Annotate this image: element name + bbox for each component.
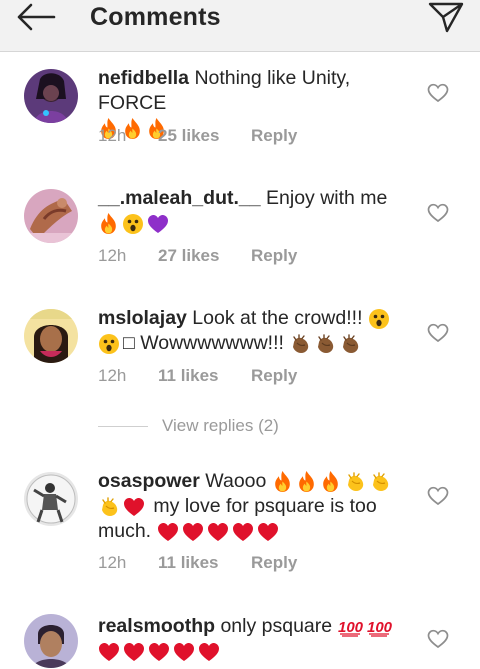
fire-emoji <box>296 470 317 493</box>
purple-heart-emoji <box>147 214 169 234</box>
comment-text: realsmoothp only psquare <box>98 614 413 664</box>
comment-body: Look at the crowd!!! <box>186 307 368 329</box>
comment-text: __.maleah_dut.__ Enjoy with me <box>98 186 413 236</box>
clapping-hands-emoji <box>289 333 311 355</box>
avatar[interactable] <box>24 614 78 668</box>
astonished-face-emoji <box>122 213 144 235</box>
heart-outline-icon[interactable] <box>427 323 449 343</box>
astonished-face-emoji <box>368 308 390 330</box>
red-heart-emoji <box>207 522 229 542</box>
comment-username[interactable]: mslolajay <box>98 307 187 329</box>
divider <box>98 426 148 427</box>
comment-time: 12h <box>98 366 127 385</box>
comment-username[interactable]: nefidbella <box>98 67 189 89</box>
comment-likes[interactable]: 27 likes <box>158 246 251 266</box>
clapping-hands-emoji <box>369 471 391 493</box>
red-heart-emoji <box>157 522 179 542</box>
clapping-hands-emoji <box>344 471 366 493</box>
comments-header: Comments <box>0 0 480 52</box>
avatar[interactable] <box>24 69 78 123</box>
paper-plane-icon[interactable] <box>428 0 464 34</box>
red-heart-emoji <box>198 642 220 662</box>
red-heart-emoji <box>257 522 279 542</box>
heart-outline-icon[interactable] <box>427 203 449 223</box>
reply-button[interactable]: Reply <box>251 366 297 386</box>
comment-body: only psquare <box>215 615 338 637</box>
fire-emoji <box>98 212 119 235</box>
red-heart-emoji <box>123 497 145 517</box>
hundred-points-emoji <box>367 617 393 637</box>
view-replies-label: View replies (2) <box>162 416 279 435</box>
comment-body-line2: my love for psquare is too <box>148 495 377 517</box>
comment-text: osaspower Waooo my love for psquare is t… <box>98 469 413 544</box>
comment-time: 12h <box>98 126 127 145</box>
comment-time: 12h <box>98 553 127 572</box>
comment-body-line3: much. <box>98 520 157 542</box>
page-title: Comments <box>90 3 221 31</box>
comment-username[interactable]: __.maleah_dut.__ <box>98 187 261 209</box>
red-heart-emoji <box>173 642 195 662</box>
arrow-left-icon[interactable] <box>12 0 60 34</box>
comment-body-line2: □ Wowwwwwww!!! <box>123 332 290 354</box>
red-heart-emoji <box>232 522 254 542</box>
emoji-line: much. <box>98 519 413 544</box>
reply-button[interactable]: Reply <box>251 246 297 266</box>
avatar[interactable] <box>24 309 78 363</box>
red-heart-emoji <box>123 642 145 662</box>
emoji-line: my love for psquare is too <box>98 494 413 519</box>
comment-body: Waooo <box>199 470 272 492</box>
comment-meta: 12h 11 likes Reply <box>98 553 297 573</box>
emoji-line <box>98 211 413 236</box>
comment-meta: 12h 11 likes Reply <box>98 366 297 386</box>
heart-outline-icon[interactable] <box>427 486 449 506</box>
comment-likes[interactable]: 11 likes <box>158 366 251 386</box>
avatar[interactable] <box>24 189 78 243</box>
red-heart-emoji <box>98 642 120 662</box>
avatar[interactable] <box>24 472 78 526</box>
red-heart-emoji <box>148 642 170 662</box>
reply-button[interactable]: Reply <box>251 126 297 146</box>
emoji-line: □ Wowwwwwww!!! <box>98 331 413 356</box>
emoji-line <box>98 639 413 664</box>
comment-likes[interactable]: 11 likes <box>158 553 251 573</box>
astonished-face-emoji <box>98 333 120 355</box>
clapping-hands-emoji <box>98 496 120 518</box>
comment-username[interactable]: osaspower <box>98 470 200 492</box>
fire-emoji <box>272 470 293 493</box>
heart-outline-icon[interactable] <box>427 83 449 103</box>
red-heart-emoji <box>182 522 204 542</box>
comment-time: 12h <box>98 246 127 265</box>
reply-button[interactable]: Reply <box>251 553 297 573</box>
comment-body: Enjoy with me <box>260 187 388 209</box>
comment-text: mslolajay Look at the crowd!!! □ Wowwwww… <box>98 306 413 356</box>
heart-outline-icon[interactable] <box>427 629 449 649</box>
fire-emoji <box>320 470 341 493</box>
comment-meta: 12h 27 likes Reply <box>98 246 297 266</box>
clapping-hands-emoji <box>314 333 336 355</box>
comment-likes[interactable]: 25 likes <box>158 126 251 146</box>
hundred-points-emoji <box>338 617 364 637</box>
comment-username[interactable]: realsmoothp <box>98 615 215 637</box>
clapping-hands-emoji <box>339 333 361 355</box>
comment-meta: 12h 25 likes Reply <box>98 126 297 146</box>
view-replies-button[interactable]: View replies (2) <box>98 416 358 440</box>
